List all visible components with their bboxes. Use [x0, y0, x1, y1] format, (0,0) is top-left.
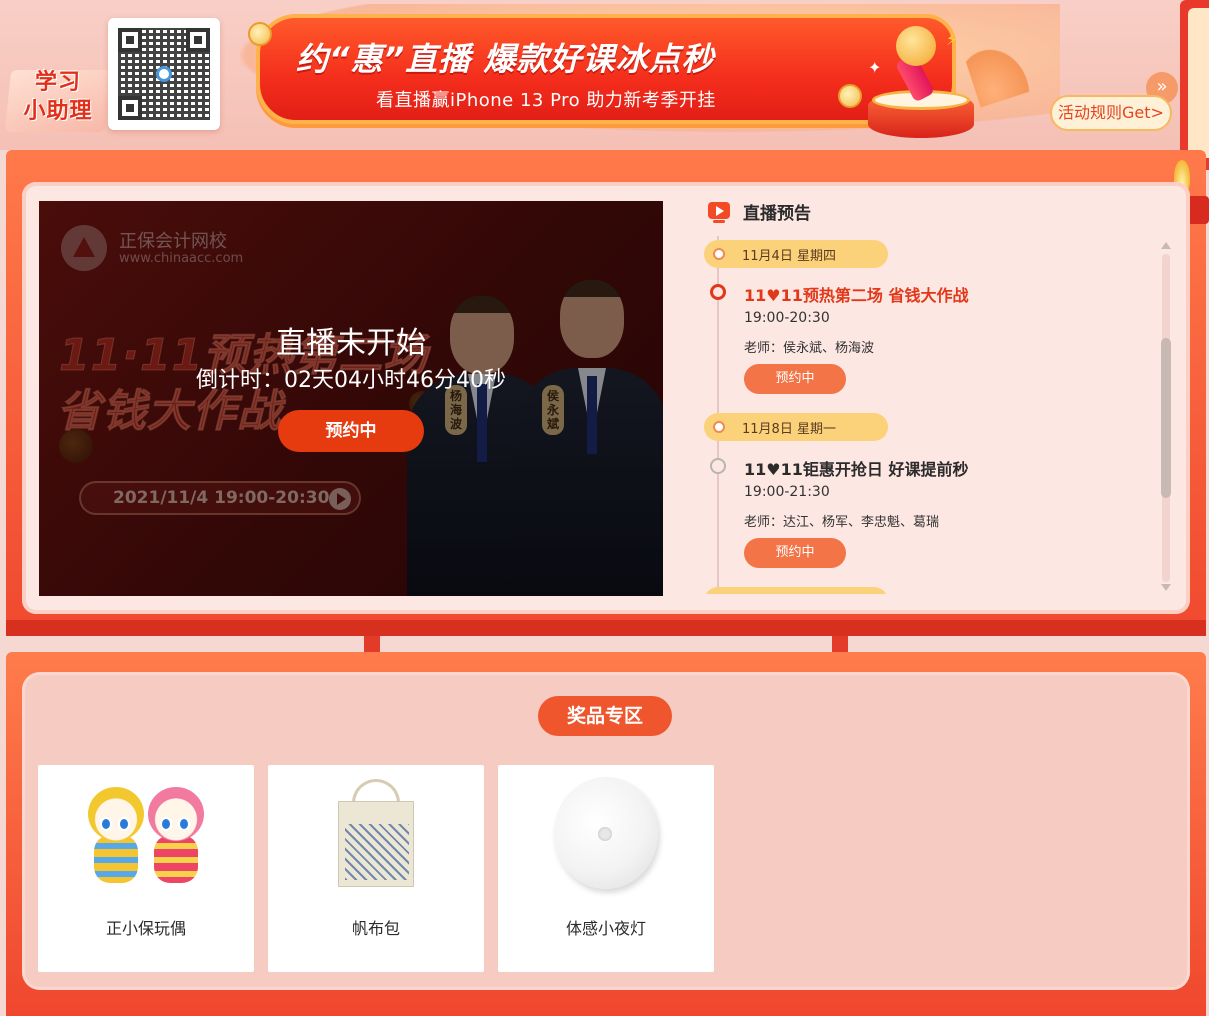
- connector-pillar: [364, 636, 380, 652]
- schedule-date: 11月8日 星期一: [742, 422, 836, 437]
- schedule-date: 11月4日 星期四: [742, 249, 836, 264]
- event-idle-dot-icon: [710, 458, 726, 474]
- prize-section-title: 奖品专区: [538, 696, 672, 736]
- schedule-list[interactable]: 11月4日 星期四 11♥11预热第二场 省钱大作战 19:00-20:30 老…: [700, 236, 1162, 594]
- study-assistant-label: 学习 小助理: [23, 70, 93, 124]
- prize-card-tote[interactable]: 帆布包: [268, 765, 484, 972]
- schedule-event-time: 19:00-20:30: [744, 310, 830, 326]
- schedule-event-teachers: 老师：侯永斌、杨海波: [744, 341, 875, 356]
- schedule-date-row: [704, 587, 888, 594]
- date-dot-icon: [713, 421, 725, 433]
- prize-name: 正小保玩偶: [105, 919, 186, 938]
- banner-subtitle: 看直播赢iPhone 13 Pro 助力新考季开挂: [376, 90, 716, 111]
- scroll-down-icon[interactable]: [1161, 584, 1171, 591]
- prize-name: 体感小夜灯: [565, 919, 646, 938]
- qr-code-icon: [118, 28, 210, 120]
- event-active-dot-icon: [710, 284, 726, 300]
- live-tv-icon: [708, 202, 730, 223]
- video-overlay: [39, 201, 663, 596]
- connector-pillar: [832, 636, 848, 652]
- scroll-thumb[interactable]: [1161, 338, 1171, 498]
- schedule-reserve-button[interactable]: 预约中: [744, 538, 846, 568]
- lightning-icon: ⚡: [946, 30, 958, 49]
- microphone-icon: [896, 26, 936, 66]
- prize-card-night-light[interactable]: 体感小夜灯: [498, 765, 714, 972]
- qr-code-card: [108, 18, 220, 130]
- side-float-panel-inner: [1188, 8, 1209, 158]
- schedule-event-time: 19:00-21:30: [744, 484, 830, 500]
- scroll-up-icon[interactable]: [1161, 242, 1171, 249]
- activity-rules-button[interactable]: 活动规则Get>: [1050, 95, 1172, 131]
- study-assistant: 学习 小助理: [4, 10, 116, 132]
- banner-title: 约“惠”直播 爆款好课冰点秒: [296, 40, 715, 78]
- sparkle-icon: ✦: [868, 58, 882, 77]
- live-status-title: 直播未开始: [276, 326, 426, 361]
- coin-icon: [248, 22, 272, 46]
- schedule-event-title[interactable]: 11♥11预热第二场 省钱大作战: [744, 282, 968, 306]
- prize-card-plush[interactable]: 正小保玩偶: [38, 765, 254, 972]
- night-light-icon: [554, 777, 658, 889]
- prize-name: 帆布包: [351, 919, 400, 938]
- schedule-scrollbar[interactable]: [1160, 240, 1172, 596]
- live-countdown: 倒计时：02天04小时46分40秒: [196, 368, 506, 393]
- live-section-frame-bottom: [6, 620, 1206, 636]
- coin-icon: [838, 84, 862, 108]
- schedule-date-row: 11月4日 星期四: [704, 240, 888, 268]
- schedule-date-row: 11月8日 星期一: [704, 413, 888, 441]
- reserve-button[interactable]: 预约中: [278, 410, 424, 452]
- schedule-title: 直播预告: [743, 204, 811, 224]
- date-dot-icon: [713, 248, 725, 260]
- schedule-event-teachers: 老师：达江、杨军、李忠魁、葛瑞: [744, 515, 940, 530]
- schedule-reserve-button[interactable]: 预约中: [744, 364, 846, 394]
- schedule-event-title[interactable]: 11♥11钜惠开抢日 好课提前秒: [744, 456, 968, 480]
